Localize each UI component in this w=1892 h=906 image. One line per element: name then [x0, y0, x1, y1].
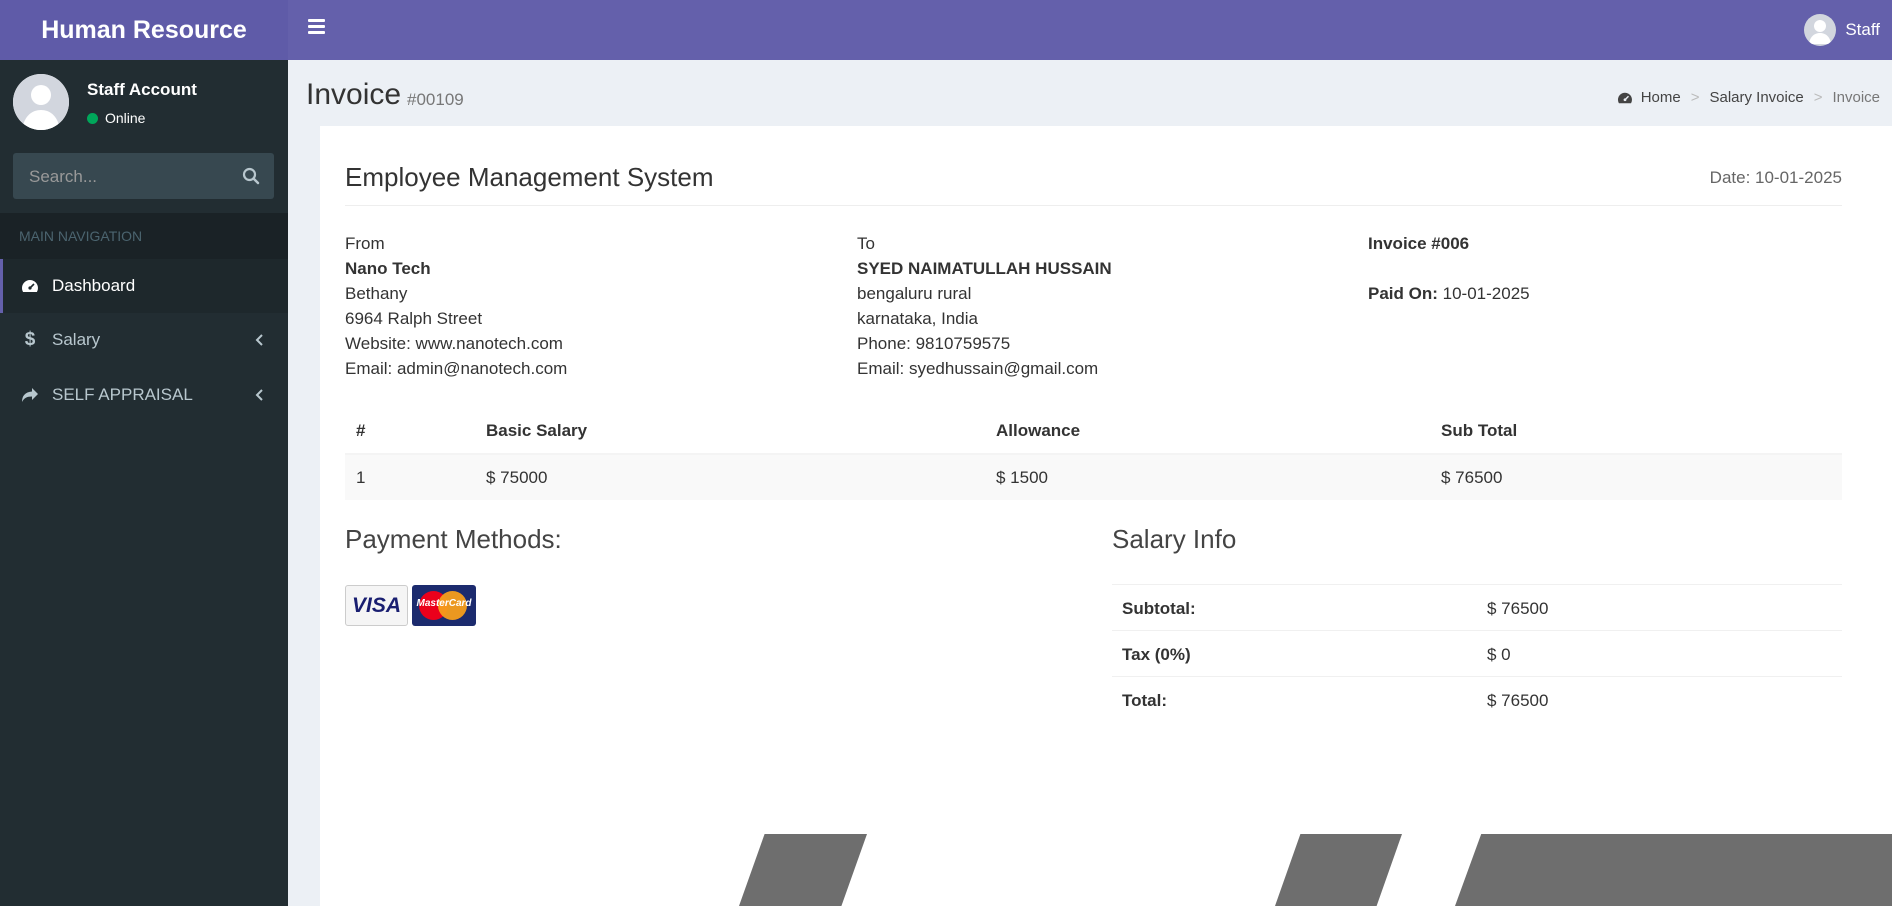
salary-info-title: Salary Info	[1112, 524, 1237, 554]
dollar-icon: $	[24, 329, 36, 350]
sidebar-item-self-appraisal[interactable]: SELF APPRAISAL	[0, 368, 288, 422]
table-row: 1 $ 75000 $ 1500 $ 76500	[345, 455, 1842, 500]
table-row: Subtotal: $ 76500	[1112, 584, 1842, 630]
from-website: Website: www.nanotech.com	[345, 334, 563, 353]
chevron-left-icon	[255, 334, 263, 346]
salary-info-table: Subtotal: $ 76500 Tax (0%) $ 0 Total: $ …	[1112, 584, 1842, 722]
breadcrumb-current: Invoice	[1832, 89, 1880, 106]
share-icon	[21, 386, 39, 404]
tax-label: Tax (0%)	[1122, 645, 1191, 664]
table-cell: $ 76500	[1441, 468, 1503, 487]
sidebar-item-label: Salary	[52, 330, 101, 349]
table-header: Allowance	[996, 421, 1081, 440]
to-email: Email: syedhussain@gmail.com	[857, 359, 1099, 378]
table-row: Tax (0%) $ 0	[1112, 630, 1842, 676]
breadcrumb: Home > Salary Invoice > Invoice	[1617, 89, 1880, 106]
table-cell: $ 75000	[486, 468, 548, 487]
sidebar-item-label: Dashboard	[52, 276, 136, 295]
invoice-number: Invoice #006	[1368, 234, 1470, 253]
table-header: Basic Salary	[486, 421, 588, 440]
to-address: To SYED NAIMATULLAH HUSSAIN bengaluru ru…	[857, 231, 1112, 381]
table-row: Total: $ 76500	[1112, 676, 1842, 722]
invoice-date: Date: 10-01-2025	[1709, 168, 1842, 187]
status-text: Online	[105, 110, 146, 126]
status-badge: Online	[87, 110, 145, 126]
online-dot-icon	[87, 112, 98, 124]
sidebar: Staff Account Online MAIN NAVIGATION Das…	[0, 60, 288, 906]
to-name: SYED NAIMATULLAH HUSSAIN	[857, 259, 1112, 278]
page-title: Invoice	[306, 78, 402, 111]
dashboard-icon	[21, 277, 39, 295]
from-address: From Nano Tech Bethany 6964 Ralph Street…	[345, 231, 567, 381]
to-line2: karnataka, India	[857, 309, 978, 328]
table-header: #	[356, 421, 366, 440]
table-cell: $ 1500	[996, 468, 1048, 487]
company-title: Employee Management System	[345, 162, 714, 192]
from-line2: 6964 Ralph Street	[345, 309, 483, 328]
visa-card-icon: VISA	[345, 585, 408, 626]
search-input[interactable]	[13, 153, 231, 201]
subtotal-label: Subtotal:	[1122, 599, 1196, 618]
page-subtitle: #00109	[407, 90, 464, 109]
paid-on-label: Paid On:	[1368, 284, 1438, 303]
search-icon[interactable]	[242, 167, 260, 185]
sidebar-search	[13, 153, 274, 201]
nav-header: MAIN NAVIGATION	[0, 213, 288, 259]
divider	[345, 205, 1842, 206]
invoice-meta: Invoice #006 Paid On: 10-01-2025	[1368, 231, 1530, 306]
top-navbar: Staff	[288, 0, 1892, 60]
invoice-panel: Employee Management System Date: 10-01-2…	[320, 126, 1892, 906]
table-header: Sub Total	[1441, 421, 1518, 440]
user-name: Staff	[1845, 20, 1880, 39]
from-name: Nano Tech	[345, 259, 431, 278]
chevron-left-icon	[255, 389, 263, 401]
avatar	[13, 74, 69, 130]
subtotal-value: $ 76500	[1487, 599, 1549, 618]
breadcrumb-separator: >	[1813, 89, 1823, 106]
from-label: From	[345, 234, 385, 253]
user-menu[interactable]: Staff	[1804, 14, 1880, 46]
app-logo[interactable]: Human Resource	[0, 0, 288, 60]
table-header-row: # Basic Salary Allowance Sub Total	[345, 408, 1842, 455]
breadcrumb-home-label: Home	[1640, 89, 1681, 106]
to-phone: Phone: 9810759575	[857, 334, 1011, 353]
mastercard-label: MasterCard	[416, 598, 472, 609]
breadcrumb-home[interactable]: Home	[1617, 89, 1681, 106]
payment-methods-title: Payment Methods:	[345, 524, 562, 554]
tax-value: $ 0	[1487, 645, 1511, 664]
sidebar-item-dashboard[interactable]: Dashboard	[0, 259, 288, 313]
breadcrumb-salary-invoice[interactable]: Salary Invoice	[1709, 89, 1803, 106]
from-line1: Bethany	[345, 284, 408, 303]
sidebar-user-name: Staff Account	[87, 80, 197, 99]
from-email: Email: admin@nanotech.com	[345, 359, 568, 378]
paid-on-value: 10-01-2025	[1442, 284, 1530, 303]
to-label: To	[857, 234, 875, 253]
total-label: Total:	[1122, 691, 1168, 710]
mastercard-icon: MasterCard	[412, 585, 476, 626]
dashboard-icon	[1617, 92, 1632, 103]
sidebar-item-salary[interactable]: $ Salary	[0, 313, 288, 367]
total-value: $ 76500	[1487, 691, 1549, 710]
menu-toggle-icon[interactable]	[308, 19, 325, 34]
avatar	[1804, 14, 1837, 46]
decorative-shape	[1455, 834, 1892, 906]
salary-table: # Basic Salary Allowance Sub Total 1 $ 7…	[345, 408, 1842, 500]
user-panel: Staff Account Online	[13, 74, 283, 134]
to-line1: bengaluru rural	[857, 284, 972, 303]
breadcrumb-separator: >	[1690, 89, 1700, 106]
table-cell: 1	[356, 468, 366, 487]
sidebar-item-label: SELF APPRAISAL	[52, 385, 193, 404]
